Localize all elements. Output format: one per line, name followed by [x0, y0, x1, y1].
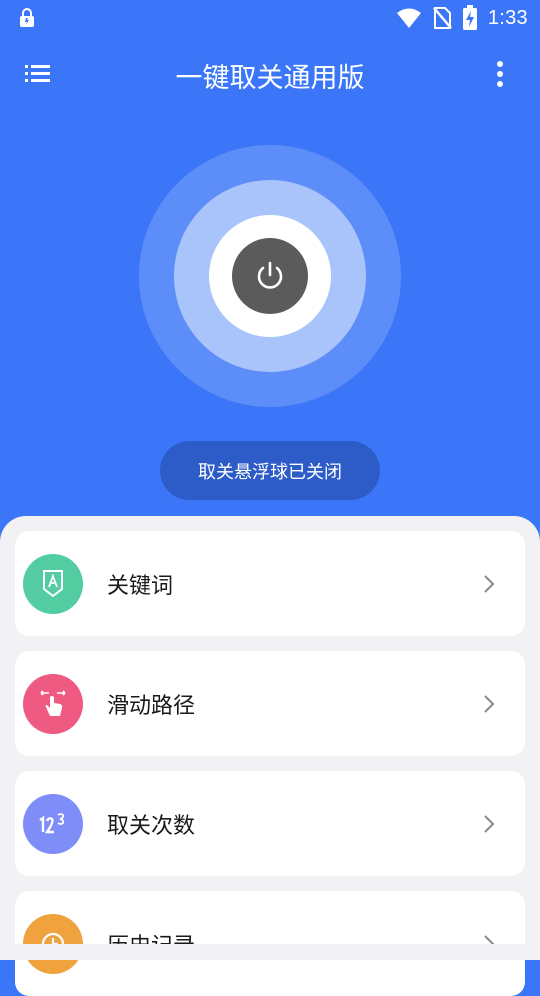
app-bar: 一键取关通用版: [0, 40, 540, 108]
lock-notification-icon: [20, 8, 34, 27]
menu-item-swipe-path[interactable]: 滑动路径: [15, 651, 525, 756]
menu-item-label: 取关次数: [107, 813, 196, 839]
chevron-right-icon: [484, 814, 495, 833]
menu-item-label: 关键词: [107, 573, 174, 599]
floating-ball-status-text: 取关悬浮球已关闭: [198, 461, 342, 483]
status-bar: 1:33: [0, 0, 540, 36]
chevron-right-icon: [484, 694, 495, 713]
chevron-right-icon: [484, 574, 495, 593]
menu-item-keywords[interactable]: 关键词: [15, 531, 525, 636]
no-sim-icon: [432, 7, 452, 29]
power-icon: [257, 261, 283, 289]
swipe-gesture-icon: [23, 673, 83, 734]
bottom-edge: [0, 944, 540, 960]
floating-ball-status-button[interactable]: 取关悬浮球已关闭: [160, 441, 380, 500]
battery-charging-icon: [462, 5, 477, 30]
more-options-button[interactable]: [488, 58, 512, 90]
app-title: 一键取关通用版: [175, 63, 365, 94]
status-time: 1:33: [487, 6, 528, 29]
more-vert-icon: [497, 61, 503, 87]
menu-item-unfollow-count[interactable]: 取关次数: [15, 771, 525, 876]
numbers-icon: [23, 793, 83, 854]
keyword-icon: [23, 553, 83, 614]
menu-item-label: 滑动路径: [107, 693, 196, 719]
wifi-icon: [396, 8, 421, 28]
power-button[interactable]: [232, 238, 308, 314]
